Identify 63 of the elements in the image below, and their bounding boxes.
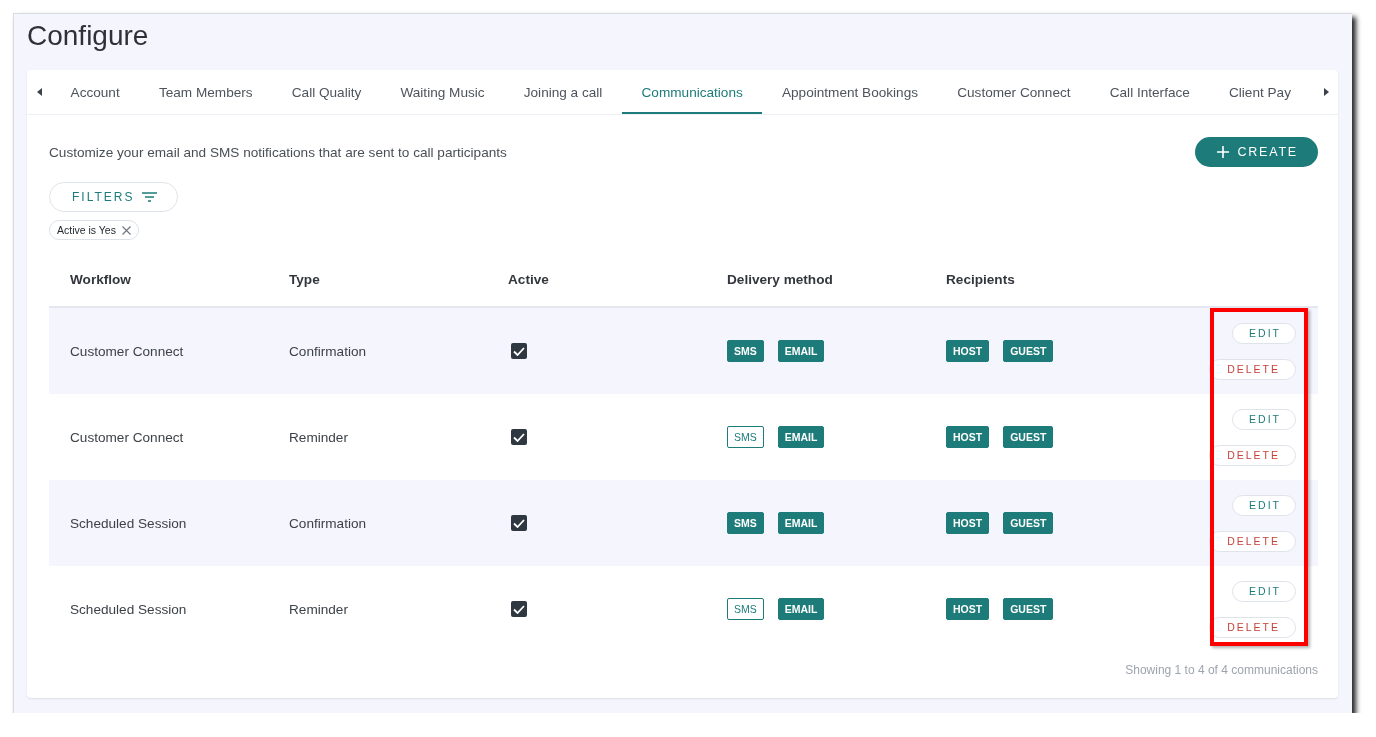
type-cell: Reminder [289, 601, 348, 617]
tab[interactable]: Call Quality [272, 70, 381, 114]
type-cell: Confirmation [289, 343, 367, 359]
filters-button[interactable]: FILTERS [49, 182, 179, 212]
check-icon [513, 604, 525, 614]
delivery-tag: SMS [727, 426, 764, 448]
recipient-tag: HOST [946, 340, 990, 362]
active-checkbox[interactable] [511, 515, 527, 531]
column-header: Delivery method [727, 271, 833, 287]
check-icon [513, 518, 525, 528]
recipient-tag: HOST [946, 426, 990, 448]
recipient-tag: HOST [946, 598, 990, 620]
recipient-tag: HOST [946, 512, 990, 534]
edit-button[interactable]: EDIT [1232, 322, 1296, 344]
column-header: Workflow [70, 271, 131, 287]
pagination-summary: Showing 1 to 4 of 4 communications [1125, 663, 1318, 677]
edit-button[interactable]: EDIT [1232, 580, 1296, 602]
filter-chip-label: Active is Yes [57, 224, 116, 236]
delivery-tag: SMS [727, 512, 764, 534]
type-cell: Reminder [289, 429, 348, 445]
workflow-cell: Customer Connect [70, 343, 184, 359]
active-checkbox[interactable] [511, 429, 527, 445]
workflow-cell: Scheduled Session [70, 515, 187, 531]
recipient-tag: GUEST [1003, 340, 1054, 362]
recipient-tag: GUEST [1003, 598, 1054, 620]
delivery-tag: SMS [727, 340, 764, 362]
active-checkbox[interactable] [511, 601, 527, 617]
plus-icon [1217, 146, 1230, 158]
recipient-tag: GUEST [1003, 426, 1054, 448]
page-title: Configure [27, 19, 150, 53]
delivery-tag: EMAIL [777, 426, 825, 448]
caret-right-icon [1323, 88, 1329, 96]
edit-button[interactable]: EDIT [1232, 494, 1296, 516]
delivery-tag: EMAIL [777, 340, 825, 362]
delivery-tag: EMAIL [777, 512, 825, 534]
tab[interactable]: Call Interface [1090, 70, 1210, 114]
delivery-tag: SMS [727, 598, 764, 620]
tab[interactable]: Appointment Bookings [762, 70, 938, 114]
chip-remove-button[interactable] [121, 225, 131, 235]
workflow-cell: Customer Connect [70, 429, 184, 445]
tab[interactable]: Team Members [139, 70, 273, 114]
column-header: Type [289, 271, 320, 287]
active-checkbox[interactable] [511, 343, 527, 359]
check-icon [513, 346, 525, 356]
tab[interactable]: Client Pay [1209, 70, 1293, 114]
column-header: Active [508, 271, 549, 287]
filter-icon [142, 192, 158, 202]
tab[interactable]: Account [51, 70, 140, 114]
workflow-cell: Scheduled Session [70, 601, 187, 617]
recipient-tag: GUEST [1003, 512, 1054, 534]
edit-button[interactable]: EDIT [1232, 408, 1296, 430]
tab[interactable]: Communications [621, 70, 763, 114]
type-cell: Confirmation [289, 515, 367, 531]
tab[interactable]: Waiting Music [380, 70, 505, 114]
tab[interactable]: Customer Connect [937, 70, 1091, 114]
delivery-tag: EMAIL [777, 598, 825, 620]
column-header: Recipients [946, 271, 1015, 287]
close-icon [121, 225, 131, 235]
caret-left-icon [36, 88, 42, 96]
tab[interactable]: Joining a call [504, 70, 622, 114]
create-button[interactable]: CREATE [1195, 137, 1318, 167]
description-text: Customize your email and SMS notifications that are sent to call participants [49, 144, 507, 160]
check-icon [513, 432, 525, 442]
